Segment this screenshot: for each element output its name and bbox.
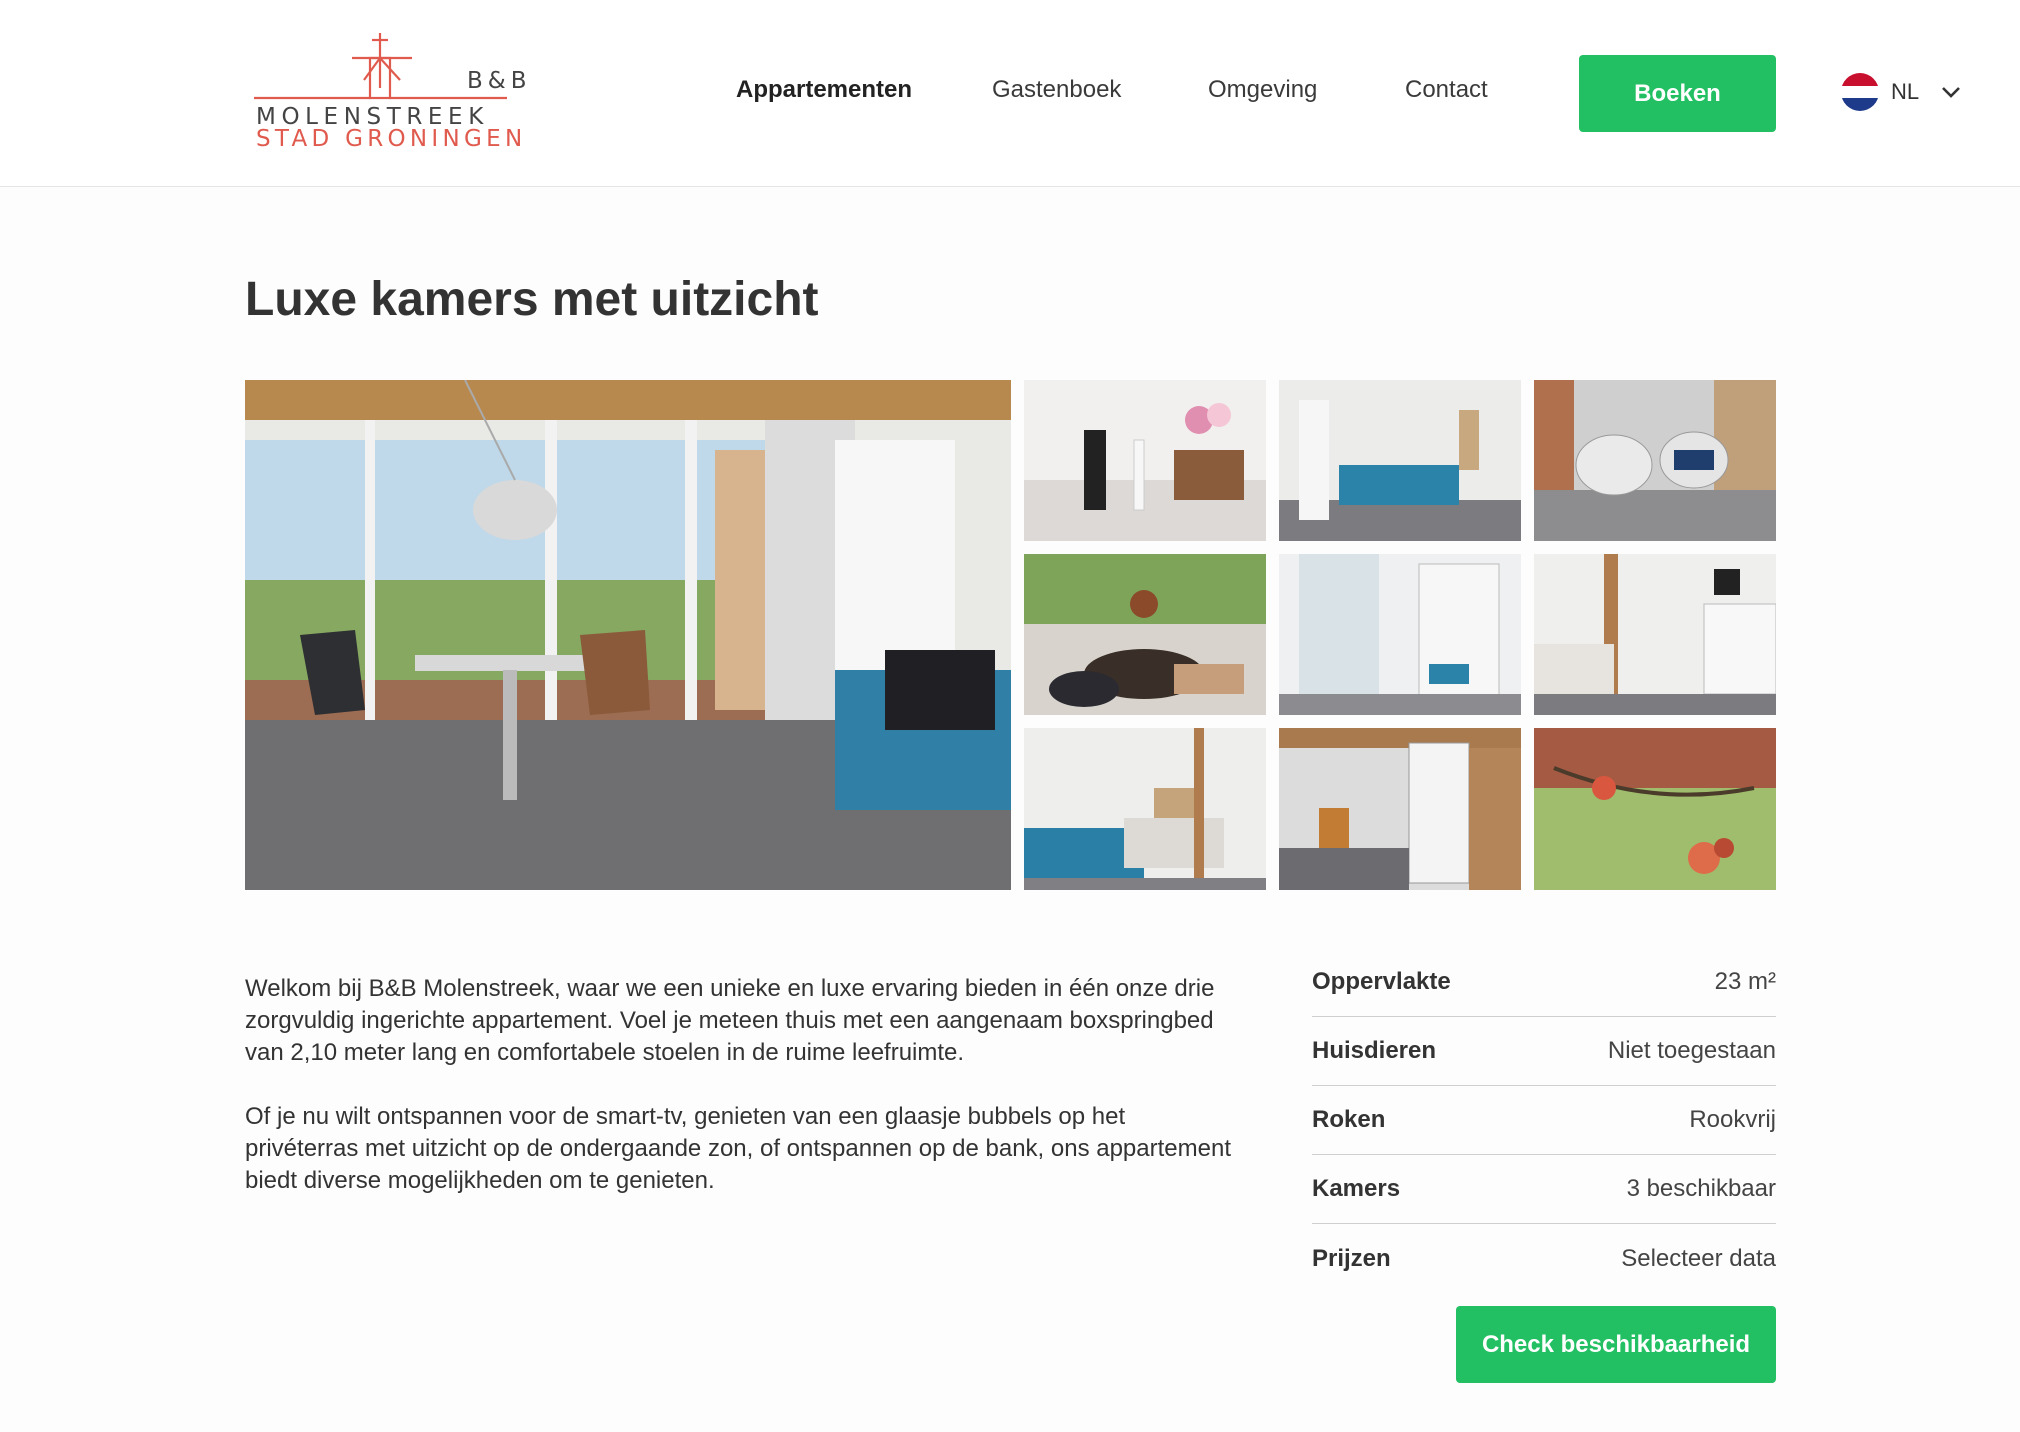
spec-value: Rookvrij: [1689, 1106, 1776, 1133]
language-code: NL: [1891, 79, 1920, 104]
site-header: B&B MOLENSTREEK STAD GRONINGEN Apparteme…: [0, 0, 2020, 187]
description-paragraph-2: Of je nu wilt ontspannen voor de smart-t…: [245, 1103, 1231, 1194]
description: Welkom bij B&B Molenstreek, waar we een …: [245, 973, 1235, 1197]
gallery-photo-9[interactable]: [1279, 728, 1521, 890]
spec-label: Kamers: [1312, 1175, 1401, 1202]
nav-appartementen[interactable]: Appartementen: [736, 76, 912, 104]
logo-line-2: STAD GRONINGEN: [256, 126, 527, 152]
flag-nl-icon: [1841, 73, 1879, 111]
spec-row-huisdieren: Huisdieren Niet toegestaan: [1312, 1017, 1776, 1086]
gallery-photo-2[interactable]: [1024, 380, 1266, 541]
nav-gastenboek[interactable]: Gastenboek: [992, 76, 1121, 104]
logo-bb-text: B&B: [467, 68, 532, 94]
gallery-photo-10[interactable]: [1534, 728, 1776, 890]
gallery-photo-3[interactable]: [1279, 380, 1521, 541]
gallery-photo-8[interactable]: [1024, 728, 1266, 890]
specs-table: Oppervlakte 23 m² Huisdieren Niet toeges…: [1312, 948, 1776, 1293]
gallery-photo-6[interactable]: [1279, 554, 1521, 715]
site-logo[interactable]: B&B MOLENSTREEK STAD GRONINGEN: [252, 28, 542, 156]
gallery-photo-main[interactable]: [245, 380, 1011, 890]
spec-value: Selecteer data: [1621, 1244, 1776, 1272]
nav-omgeving[interactable]: Omgeving: [1208, 76, 1317, 104]
spec-row-roken: Roken Rookvrij: [1312, 1086, 1776, 1155]
language-selector[interactable]: NL: [1841, 72, 1961, 112]
nav-contact[interactable]: Contact: [1405, 76, 1488, 104]
spec-row-prijzen: Prijzen Selecteer data: [1312, 1224, 1776, 1293]
spec-value: Niet toegestaan: [1607, 1037, 1776, 1064]
spec-value: 23 m²: [1714, 968, 1776, 995]
chevron-down-icon: [1942, 87, 1961, 98]
description-paragraph-1: Welkom bij B&B Molenstreek, waar we een …: [245, 975, 1215, 1066]
check-availability-button[interactable]: Check beschikbaarheid: [1456, 1306, 1776, 1383]
gallery-photo-4[interactable]: [1534, 380, 1776, 541]
gallery-photo-7[interactable]: [1534, 554, 1776, 715]
spec-value: 3 beschikbaar: [1626, 1175, 1776, 1202]
book-button[interactable]: Boeken: [1579, 55, 1776, 132]
spec-row-kamers: Kamers 3 beschikbaar: [1312, 1155, 1776, 1224]
spec-label: Prijzen: [1312, 1244, 1391, 1272]
spec-row-oppervlakte: Oppervlakte 23 m²: [1312, 948, 1776, 1017]
page-title: Luxe kamers met uitzicht: [245, 273, 819, 326]
spec-label: Huisdieren: [1312, 1037, 1437, 1064]
spec-label: Oppervlakte: [1312, 968, 1451, 995]
gallery-photo-5[interactable]: [1024, 554, 1266, 715]
spec-label: Roken: [1312, 1106, 1386, 1133]
